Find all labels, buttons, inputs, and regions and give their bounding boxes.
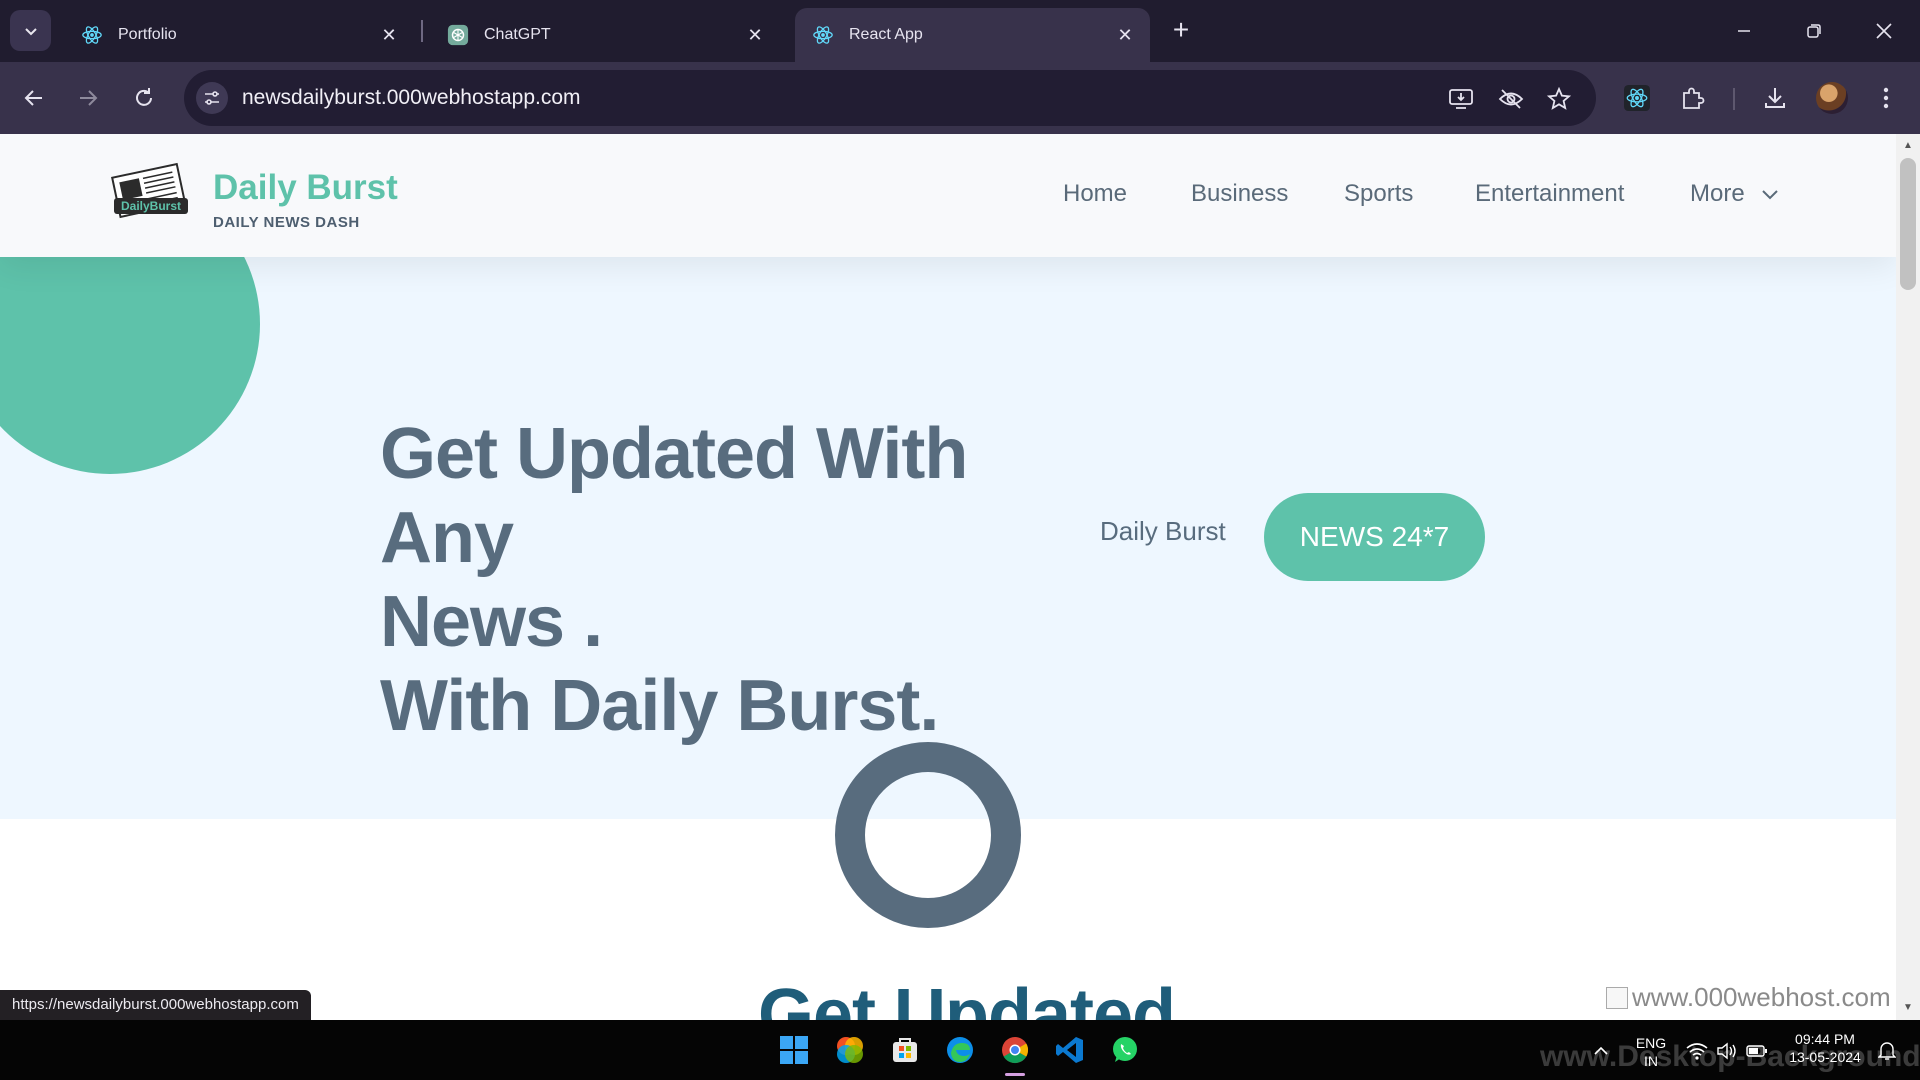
install-app-button[interactable] — [1446, 84, 1476, 114]
minimize-button[interactable] — [1724, 14, 1764, 48]
edge-icon[interactable] — [940, 1030, 980, 1070]
brand-subtitle: DAILY NEWS DASH — [213, 214, 360, 231]
nav-home-link[interactable]: Home — [1063, 180, 1127, 208]
whatsapp-icon[interactable] — [1105, 1030, 1145, 1070]
news-24-7-button[interactable]: NEWS 24*7 — [1264, 493, 1485, 581]
microsoft-store-icon[interactable] — [885, 1030, 925, 1070]
minimize-icon — [1738, 30, 1750, 32]
back-button[interactable] — [16, 80, 52, 116]
tab-chatgpt[interactable]: ChatGPT ✕ — [430, 8, 780, 62]
forward-button[interactable] — [70, 80, 106, 116]
nav-entertainment-link[interactable]: Entertainment — [1475, 180, 1624, 208]
tab-portfolio[interactable]: Portfolio ✕ — [64, 8, 414, 62]
nav-sports-link[interactable]: Sports — [1344, 180, 1413, 208]
tab-title: React App — [849, 26, 923, 43]
star-icon — [1547, 87, 1571, 110]
page-viewport: Get Updated With Any News . With Daily B… — [0, 134, 1896, 1020]
reload-icon — [136, 88, 152, 106]
tab-separator — [421, 20, 423, 42]
hero-headline-line: With Daily Burst. — [380, 666, 939, 746]
section-heading: Get Updated — [758, 975, 1176, 1020]
eye-off-icon — [1498, 89, 1524, 109]
logo-wordmark: DailyBurst — [121, 199, 181, 213]
new-tab-button[interactable]: + — [1166, 16, 1196, 46]
tab-title: Portfolio — [118, 26, 177, 43]
reload-button[interactable] — [126, 80, 162, 116]
react-icon — [80, 23, 104, 47]
puzzle-icon — [1683, 87, 1705, 109]
page-scrollbar[interactable]: ▲ ▼ — [1896, 134, 1920, 1020]
hero-headline-line: Get Updated With Any — [380, 414, 968, 578]
windows-start-icon[interactable] — [774, 1030, 814, 1070]
close-icon — [1876, 23, 1892, 39]
tracking-protection-button[interactable] — [1496, 84, 1526, 114]
download-icon — [1765, 88, 1785, 108]
daily-burst-logo[interactable]: DailyBurst — [108, 162, 194, 224]
chrome-icon[interactable] — [995, 1030, 1035, 1070]
photos-icon[interactable] — [830, 1030, 870, 1070]
bookmark-button[interactable] — [1544, 84, 1574, 114]
react-icon — [811, 23, 835, 47]
scrollbar-thumb[interactable] — [1900, 158, 1916, 290]
restore-button[interactable] — [1794, 14, 1834, 48]
react-devtools-extension[interactable] — [1619, 80, 1655, 116]
webhost-badge[interactable]: www.000webhost.com — [1606, 982, 1891, 1013]
active-app-indicator — [1005, 1073, 1025, 1076]
scroll-up-arrow-icon[interactable]: ▲ — [1902, 140, 1914, 152]
brand-title[interactable]: Daily Burst — [213, 168, 398, 208]
restore-icon — [1807, 24, 1821, 38]
close-window-button[interactable] — [1864, 14, 1904, 48]
tab-title: ChatGPT — [484, 26, 551, 43]
address-bar[interactable]: newsdailyburst.000webhostapp.com — [184, 70, 1596, 126]
vscode-icon[interactable] — [1050, 1030, 1090, 1070]
tune-icon — [205, 91, 219, 105]
chevron-down-icon — [1762, 189, 1779, 200]
nav-more-dropdown[interactable]: More — [1690, 180, 1779, 208]
react-icon — [1624, 85, 1650, 111]
install-app-icon — [1449, 89, 1473, 109]
nav-more-label: More — [1690, 180, 1745, 207]
browser-toolbar: newsdailyburst.000webhostapp.com — [0, 62, 1920, 134]
hero-headline-line: News . — [380, 582, 603, 662]
close-tab-icon[interactable]: ✕ — [744, 24, 766, 46]
close-tab-icon[interactable]: ✕ — [378, 24, 400, 46]
browser-tab-strip: Portfolio ✕ ChatGPT ✕ React App ✕ + — [0, 0, 1920, 62]
chatgpt-icon — [446, 23, 470, 47]
arrow-right-icon — [80, 90, 98, 106]
more-vertical-icon — [1883, 87, 1889, 109]
decorative-ring — [835, 742, 1021, 928]
chevron-down-icon — [24, 27, 37, 35]
nav-business-link[interactable]: Business — [1191, 180, 1288, 208]
hero-brand-text: Daily Burst — [1100, 516, 1226, 546]
toolbar-separator — [1733, 88, 1735, 110]
profile-avatar[interactable] — [1816, 82, 1848, 114]
webhost-badge-text: www.000webhost.com — [1632, 982, 1891, 1012]
browser-menu-button[interactable] — [1868, 80, 1904, 116]
tab-react-app[interactable]: React App ✕ — [795, 8, 1150, 62]
site-info-button[interactable] — [196, 82, 228, 114]
link-status-bubble: https://newsdailyburst.000webhostapp.com — [0, 990, 311, 1020]
hero-headline: Get Updated With Any News . With Daily B… — [380, 412, 1100, 748]
tab-search-button[interactable] — [10, 10, 51, 51]
close-tab-icon[interactable]: ✕ — [1114, 24, 1136, 46]
site-header: DailyBurst Daily Burst DAILY NEWS DASH H… — [0, 134, 1896, 257]
url-text[interactable]: newsdailyburst.000webhostapp.com — [242, 86, 581, 110]
arrow-left-icon — [24, 90, 42, 106]
scroll-down-arrow-icon[interactable]: ▼ — [1902, 1002, 1914, 1014]
watermark-text: www.Desktop-Background.com — [1540, 1040, 1920, 1073]
broken-image-icon — [1606, 986, 1628, 1009]
extensions-button[interactable] — [1675, 80, 1711, 116]
downloads-button[interactable] — [1757, 80, 1793, 116]
